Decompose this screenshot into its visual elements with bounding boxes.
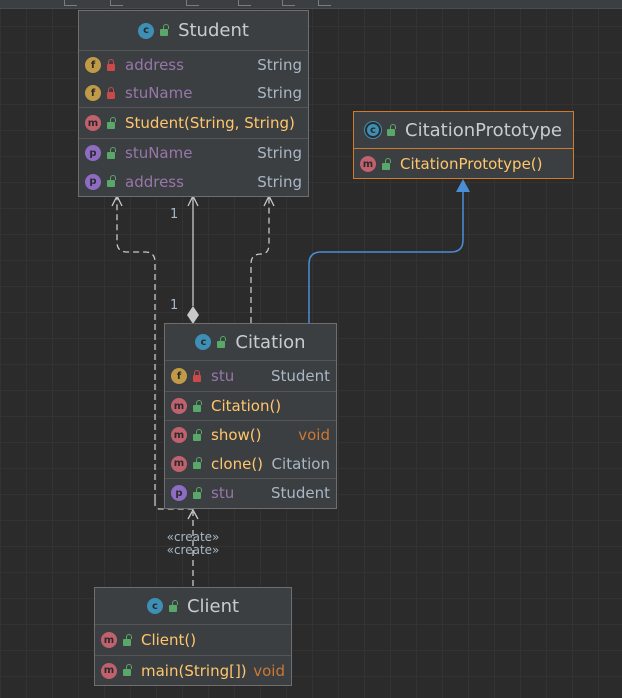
field-icon: f xyxy=(171,368,187,384)
class-icon: c xyxy=(138,22,155,39)
public-icon xyxy=(123,664,132,676)
method-row[interactable]: m clone() Citation xyxy=(165,449,336,478)
constructor-name: Citation() xyxy=(211,397,282,415)
public-icon xyxy=(193,486,202,499)
multiplicity-label: 1 xyxy=(170,207,179,222)
method-name: clone() xyxy=(211,454,264,473)
public-icon xyxy=(160,24,170,36)
class-citation[interactable]: c Citation f stu Student m Citation() m … xyxy=(164,323,337,509)
composition-diamond xyxy=(187,306,199,324)
dependency-edge-right[interactable] xyxy=(250,198,270,323)
runnable-class-icon: c xyxy=(146,598,163,614)
property-icon: p xyxy=(171,485,187,501)
inheritance-edge[interactable] xyxy=(308,192,464,323)
property-type: String xyxy=(257,144,302,162)
field-icon: f xyxy=(85,57,101,73)
constructor-name: Client() xyxy=(141,631,197,649)
method-icon: m xyxy=(171,455,187,472)
class-title: Client xyxy=(186,595,240,617)
field-row[interactable]: f stuName String xyxy=(79,79,308,107)
inheritance-arrowhead xyxy=(456,179,470,192)
property-type: Student xyxy=(270,484,330,502)
method-icon: m xyxy=(171,427,187,443)
private-icon xyxy=(107,86,115,99)
method-name: main(String[]) xyxy=(141,661,247,680)
public-icon xyxy=(107,175,116,187)
field-icon: f xyxy=(85,85,101,101)
public-icon xyxy=(193,428,202,441)
property-row[interactable]: p address String xyxy=(79,167,308,196)
method-row[interactable]: m show() void xyxy=(165,420,336,449)
method-return-type: void xyxy=(298,426,330,444)
public-icon xyxy=(107,116,116,129)
create-stereotype: «create» «create» xyxy=(160,531,226,557)
public-icon xyxy=(123,633,132,646)
class-title: Student xyxy=(178,20,249,41)
create-label: «create» xyxy=(166,543,220,557)
abstract-class-icon: c xyxy=(365,122,381,138)
field-row[interactable]: f address String xyxy=(79,51,308,79)
public-icon xyxy=(107,146,116,159)
constructor-row[interactable]: m Student(String, String) xyxy=(79,107,308,138)
field-name: stuName xyxy=(125,84,193,102)
private-icon xyxy=(193,369,201,382)
property-name: stuName xyxy=(125,144,193,162)
constructor-row[interactable]: m Citation() xyxy=(165,391,336,420)
class-student[interactable]: c Student f address String f stuName Str… xyxy=(78,10,309,197)
field-name: stu xyxy=(211,367,235,385)
public-icon xyxy=(168,599,178,612)
class-header[interactable]: c Client xyxy=(95,588,291,625)
method-icon: m xyxy=(101,632,117,648)
property-icon: p xyxy=(85,145,101,161)
class-header[interactable]: c Student xyxy=(79,11,308,51)
constructor-row[interactable]: m CitationPrototype() xyxy=(354,149,573,179)
method-row[interactable]: m main(String[]) void xyxy=(95,655,291,685)
constructor-row[interactable]: m Client() xyxy=(95,625,291,655)
method-icon: m xyxy=(171,398,187,414)
property-type: String xyxy=(257,172,302,191)
class-header[interactable]: c Citation xyxy=(165,324,336,361)
method-icon: m xyxy=(360,156,376,172)
field-type: String xyxy=(257,84,302,102)
public-icon xyxy=(193,457,202,469)
public-icon xyxy=(382,157,391,170)
class-citation-prototype[interactable]: c CitationPrototype m CitationPrototype(… xyxy=(353,111,574,179)
method-return-type: void xyxy=(253,661,285,680)
private-icon xyxy=(107,58,115,71)
class-title: CitationPrototype xyxy=(405,119,562,141)
field-type: Student xyxy=(270,367,330,385)
public-icon xyxy=(387,123,396,136)
class-icon: c xyxy=(195,334,212,350)
constructor-name: CitationPrototype() xyxy=(400,155,543,173)
class-client[interactable]: c Client m Client() m main(String[]) voi… xyxy=(94,587,292,686)
public-icon xyxy=(193,399,202,412)
class-header[interactable]: c CitationPrototype xyxy=(354,112,573,149)
property-icon: p xyxy=(85,173,101,190)
dependency-edge-left[interactable] xyxy=(116,198,156,500)
public-icon xyxy=(217,335,227,348)
field-name: address xyxy=(125,56,184,74)
multiplicity-label: 1 xyxy=(170,298,179,313)
constructor-name: Student(String, String) xyxy=(125,114,295,132)
method-name: show() xyxy=(211,426,262,444)
property-row[interactable]: p stuName String xyxy=(79,138,308,167)
property-name: stu xyxy=(211,484,235,502)
class-title: Citation xyxy=(235,331,306,353)
method-icon: m xyxy=(85,115,101,131)
field-type: String xyxy=(257,56,302,74)
property-row[interactable]: p stu Student xyxy=(165,478,336,507)
method-icon: m xyxy=(101,662,117,679)
method-return-type: Citation xyxy=(271,454,330,473)
property-name: address xyxy=(125,172,184,191)
field-row[interactable]: f stu Student xyxy=(165,361,336,391)
